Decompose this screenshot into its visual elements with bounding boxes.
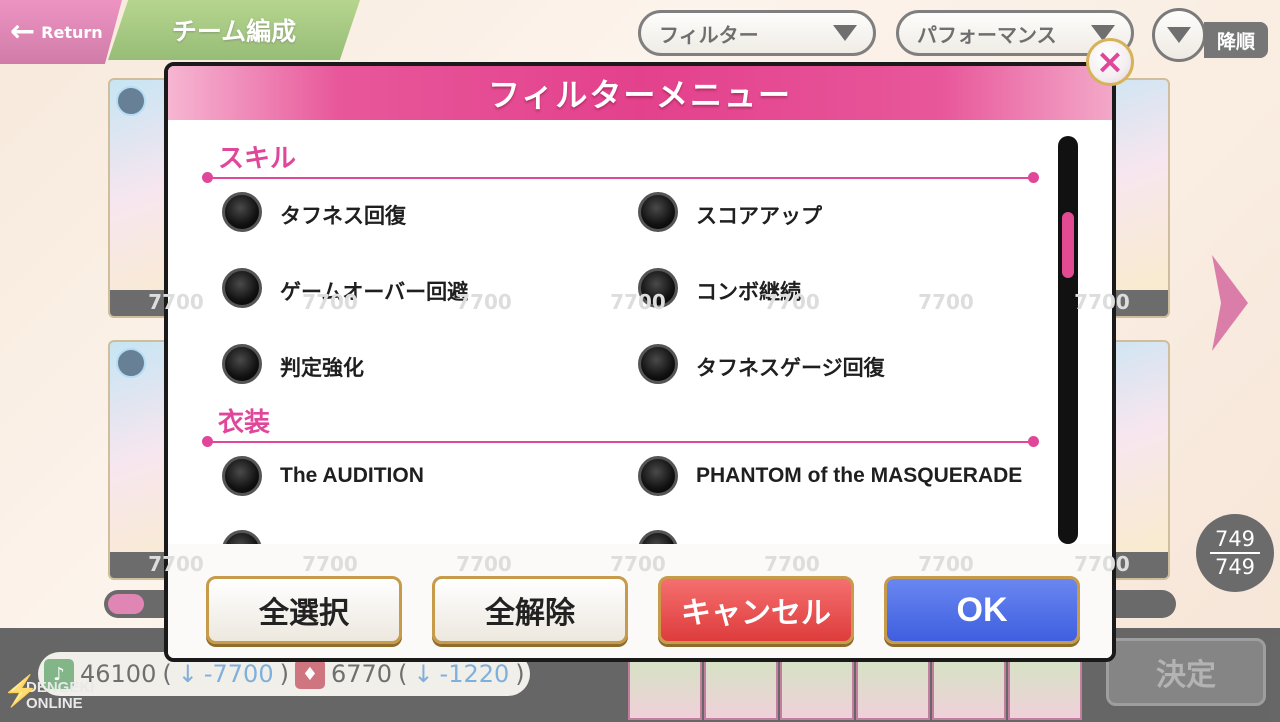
option-label: 判定強化 [280,356,364,380]
radio-the-audition[interactable] [222,456,262,496]
card-value: 7700 [1074,552,1130,576]
card-value: 7700 [764,552,820,576]
card-value: 7700 [302,290,358,314]
divider-dot [1028,172,1039,183]
radio-partial[interactable] [638,530,678,544]
card-value: 7700 [302,552,358,576]
card-value: 7700 [1074,290,1130,314]
filter-menu-body: スキル タフネス回復 スコアアップ ゲームオーバー回避 コンボ継続 判定強化 タ… [168,120,1112,544]
filter-scroll-thumb[interactable] [1062,212,1074,278]
select-all-button[interactable]: 全選択 [206,576,402,644]
radio-partial[interactable] [222,530,262,544]
section-divider [208,177,1034,179]
deselect-all-button[interactable]: 全解除 [432,576,628,644]
card-value: 7700 [610,290,666,314]
cancel-button[interactable]: キャンセル [658,576,854,644]
card-value: 7700 [148,552,204,576]
close-icon[interactable]: × [1086,38,1134,86]
option-label: The AUDITION [280,464,424,487]
section-title-skill: スキル [218,144,297,174]
filter-menu-title: フィルターメニュー [168,66,1112,120]
divider-dot [1028,436,1039,447]
card-value: 7700 [764,290,820,314]
card-value: 7700 [918,290,974,314]
section-title-costume: 衣装 [218,408,271,438]
card-value: 7700 [456,290,512,314]
radio-toughness-gauge-recovery[interactable] [638,344,678,384]
card-value: 7700 [610,552,666,576]
card-value: 7700 [456,552,512,576]
option-label: タフネス回復 [280,204,406,228]
option-label: タフネスゲージ回復 [696,356,885,380]
option-label: PHANTOM of the MASQUERADE [696,464,1023,487]
radio-toughness-recovery[interactable] [222,192,262,232]
section-divider [208,441,1034,443]
filter-scrollbar[interactable] [1058,136,1078,544]
radio-score-up[interactable] [638,192,678,232]
option-label: スコアアップ [696,204,822,228]
card-value: 7700 [148,290,204,314]
radio-judgment-boost[interactable] [222,344,262,384]
ok-button[interactable]: OK [884,576,1080,644]
card-value: 7700 [918,552,974,576]
radio-phantom-of-the-masquerade[interactable] [638,456,678,496]
